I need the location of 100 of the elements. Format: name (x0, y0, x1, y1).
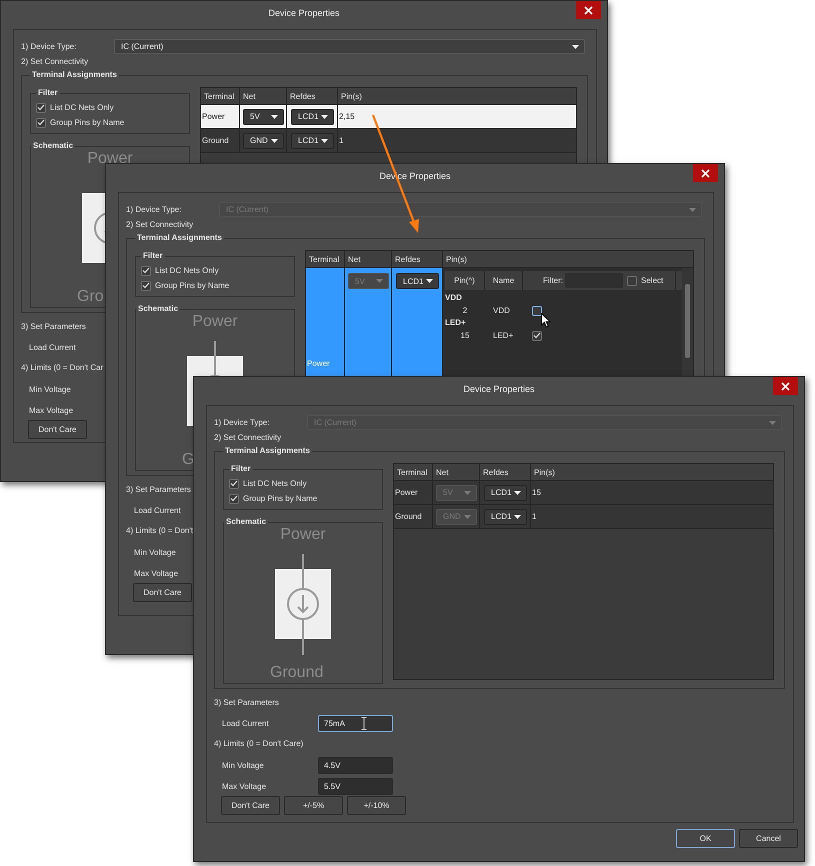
group-title: Filter (37, 87, 59, 99)
caret-icon (271, 138, 278, 142)
checkbox[interactable] (627, 276, 637, 286)
net-dropdown[interactable]: 5V (243, 108, 284, 124)
caret-icon (271, 114, 278, 118)
table-cell: Power (394, 481, 433, 504)
refdes-dropdown[interactable]: LCD1 (291, 132, 334, 148)
table-cell: Ground (201, 129, 240, 152)
caret-icon (514, 490, 521, 494)
pin-number: 2 (462, 306, 468, 315)
close-button[interactable] (773, 377, 798, 395)
checkbox[interactable] (229, 478, 239, 488)
field-label: 1) Device Type: (214, 418, 270, 427)
table-row[interactable]: Power 5V LCD1 2,15 (201, 105, 576, 129)
close-icon (584, 6, 593, 14)
column-header: Terminal (201, 88, 240, 104)
window-title: Device Properties (268, 8, 340, 18)
close-icon (781, 382, 790, 390)
column-header: Refdes (392, 251, 443, 267)
caret-icon (376, 279, 383, 283)
field-label: Max Voltage (29, 406, 74, 415)
section-label: 2) Set Connectivity (21, 56, 88, 68)
field-label: 1) Device Type: (21, 42, 78, 51)
column-header[interactable]: Name (485, 271, 523, 290)
checkbox-label: Group Pins by Name (50, 118, 124, 127)
table-cell: Ground (394, 505, 433, 528)
preset-button[interactable]: +/-10% (347, 796, 406, 815)
pin-number: 15 (460, 331, 470, 340)
group-label: LED+ (445, 317, 467, 329)
field-label: Min Voltage (134, 548, 177, 557)
window-title: Device Properties (463, 384, 535, 394)
pin-name: VDD (492, 306, 511, 315)
refdes-dropdown[interactable]: LCD1 (484, 484, 527, 500)
checkbox[interactable] (532, 330, 542, 340)
refdes-dropdown[interactable]: LCD1 (291, 108, 334, 124)
checkbox[interactable] (141, 266, 151, 276)
field-label: Load Current (134, 506, 182, 515)
field-label: Min Voltage (222, 761, 265, 770)
preset-button[interactable]: Don't Care (133, 583, 192, 602)
section-label: 3) Set Parameters (214, 697, 279, 709)
field-label: Min Voltage (29, 385, 72, 394)
pin-name: LED+ (492, 331, 514, 340)
column-header: Net (240, 88, 287, 104)
group-title: Terminal Assignments (31, 69, 118, 81)
terminal-label: Power (87, 152, 133, 166)
caret-icon (464, 514, 471, 518)
close-button[interactable] (576, 1, 601, 19)
close-button[interactable] (693, 164, 718, 182)
device-type-dropdown[interactable]: IC (Current) (114, 39, 585, 54)
group-title: Terminal Assignments (136, 232, 223, 244)
table-cell-text: 2,15 (338, 111, 356, 123)
column-header[interactable]: Pin(^) (445, 271, 485, 290)
column-header: Net (345, 251, 392, 267)
checkbox-label: Select (641, 276, 664, 285)
caret-icon (572, 44, 579, 48)
preset-button[interactable]: +/-5% (284, 796, 343, 815)
table-cell-text: 1 (531, 511, 538, 523)
checkbox[interactable] (36, 118, 46, 128)
dialog-button[interactable]: OK (676, 829, 735, 848)
field-label: Max Voltage (134, 569, 180, 578)
refdes-dropdown[interactable]: LCD1 (484, 508, 527, 524)
text-field[interactable]: 5.5V (318, 778, 393, 795)
dialog-button[interactable]: Cancel (739, 829, 798, 848)
checkbox[interactable] (141, 280, 151, 290)
column-header: Pin(s) (340, 90, 363, 103)
net-dropdown[interactable]: GND (243, 132, 284, 148)
caret-icon (321, 138, 328, 142)
group-title: Filter (230, 463, 252, 475)
group-title: Filter (142, 250, 164, 262)
section-label: 4) Limits (0 = Don't Care) (214, 738, 304, 750)
field-label: Max Voltage (222, 782, 268, 791)
column-header: Refdes (480, 464, 531, 480)
text-field[interactable]: 75mA (318, 715, 393, 732)
terminal-label: G (182, 451, 194, 469)
table-row[interactable]: Ground GND LCD1 1 (201, 129, 576, 153)
preset-button[interactable]: Don't Care (221, 796, 280, 815)
column-header: Pin(s) (533, 466, 556, 479)
caret-icon (689, 208, 696, 212)
refdes-dropdown[interactable]: LCD1 (396, 273, 439, 289)
checkbox[interactable] (532, 306, 542, 316)
preset-button[interactable]: Don't Care (28, 420, 87, 439)
section-label: 2) Set Connectivity (214, 432, 282, 444)
column-header: Terminal (394, 464, 433, 480)
table-cell: Power (201, 105, 240, 128)
terminal-label: Ground (270, 664, 324, 682)
caret-icon (321, 114, 328, 118)
field-label: Load Current (29, 343, 77, 352)
section-label: 3) Set Parameters (126, 484, 191, 496)
field-label: Load Current (222, 719, 270, 728)
column-header: Pin(s) (445, 254, 468, 266)
checkbox[interactable] (36, 102, 46, 112)
text-field[interactable]: 4.5V (318, 757, 393, 774)
checkbox-label: Group Pins by Name (243, 494, 318, 503)
section-label: 3) Set Parameters (21, 321, 86, 333)
column-header: Net (433, 464, 480, 480)
caret-icon (769, 420, 776, 424)
table-cell-text: 1 (338, 135, 344, 147)
checkbox-label: Group Pins by Name (155, 281, 230, 290)
checkbox[interactable] (229, 494, 239, 504)
column-header: Terminal (306, 251, 345, 267)
